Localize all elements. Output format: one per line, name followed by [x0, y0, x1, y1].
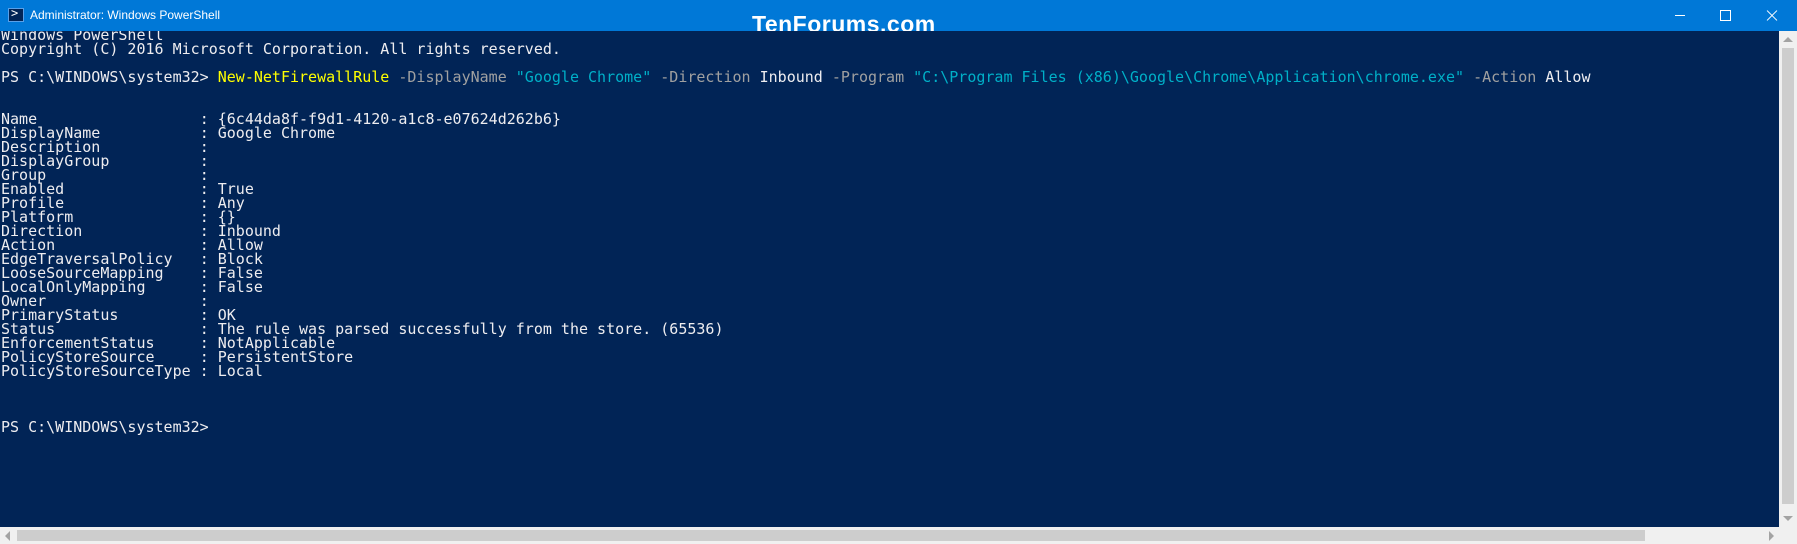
value-action: Allow: [1545, 68, 1591, 86]
horizontal-scrollbar[interactable]: [0, 527, 1779, 544]
window-title: Administrator: Windows PowerShell: [30, 8, 221, 22]
scroll-right-icon[interactable]: [1769, 531, 1774, 541]
title-bar[interactable]: > Administrator: Windows PowerShell TenF…: [0, 0, 1797, 37]
console-area[interactable]: Windows PowerShell Copyright (C) 2016 Mi…: [0, 31, 1779, 527]
param-program: -Program: [822, 68, 914, 86]
scrollbar-corner: [1779, 527, 1797, 544]
minimize-button[interactable]: [1658, 0, 1703, 31]
string-displayname: "Google Chrome": [515, 68, 652, 86]
param-displayname: -DisplayName: [389, 68, 516, 86]
cmdlet: New-NetFirewallRule: [217, 68, 390, 86]
prompt: PS C:\WINDOWS\system32>: [1, 68, 218, 86]
string-program: "C:\Program Files (x86)\Google\Chrome\Ap…: [913, 68, 1465, 86]
scroll-down-icon[interactable]: [1783, 516, 1793, 521]
param-action: -Action: [1464, 68, 1546, 86]
copyright-line: Copyright (C) 2016 Microsoft Corporation…: [1, 40, 561, 58]
vertical-scrollbar[interactable]: [1779, 31, 1797, 527]
command-line: PS C:\WINDOWS\system32> New-NetFirewallR…: [1, 69, 1590, 85]
powershell-icon: >: [8, 6, 24, 22]
close-button[interactable]: [1750, 0, 1795, 31]
horizontal-scroll-thumb[interactable]: [17, 530, 1645, 541]
output-row: PolicyStoreSourceType : Local: [1, 362, 263, 380]
final-prompt[interactable]: PS C:\WINDOWS\system32>: [1, 419, 209, 435]
param-direction: -Direction: [651, 68, 760, 86]
scroll-left-icon[interactable]: [5, 531, 10, 541]
value-direction: Inbound: [759, 68, 823, 86]
maximize-button[interactable]: [1703, 0, 1748, 31]
vertical-scroll-thumb[interactable]: [1782, 48, 1794, 504]
scroll-up-icon[interactable]: [1783, 37, 1793, 42]
